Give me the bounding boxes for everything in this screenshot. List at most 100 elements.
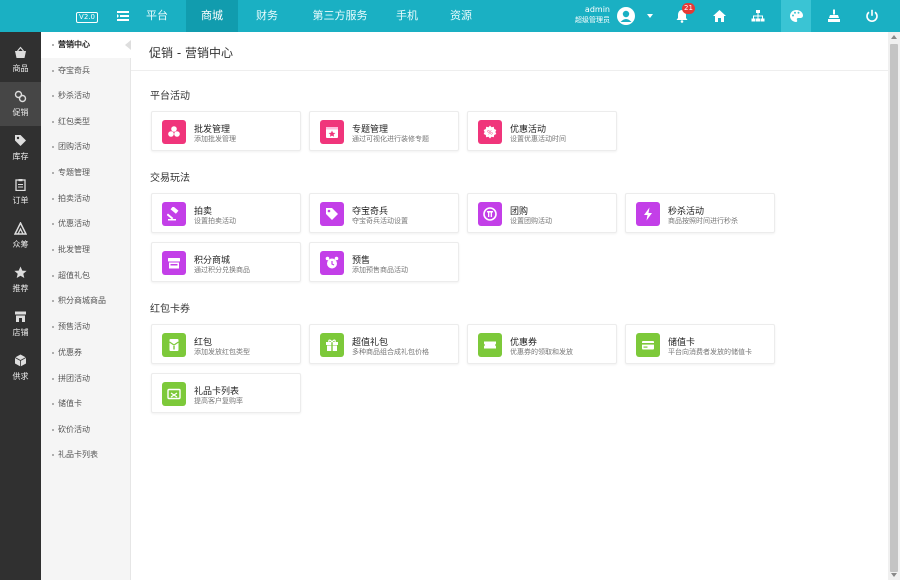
submenu-item-auction[interactable]: 拍卖活动	[41, 186, 131, 212]
card-desc: 平台向消费者发放的储值卡	[668, 348, 752, 356]
scroll-down-icon[interactable]	[891, 573, 897, 577]
submenu-item-points-goods[interactable]: 积分商城商品	[41, 288, 131, 314]
card-desc: 设置团购活动	[510, 217, 552, 225]
shop-icon	[162, 251, 186, 275]
scrollbar[interactable]	[888, 32, 900, 580]
card-desc: 通过可视化进行装修专题	[352, 135, 429, 143]
card-flash-sale[interactable]: 秒杀活动 商品按照时间进行秒杀	[625, 193, 775, 233]
card-desc: 设置优惠活动时间	[510, 135, 566, 143]
sidebar-item-label: 订单	[12, 196, 29, 205]
submenu-item-topics[interactable]: 专题管理	[41, 160, 131, 186]
submenu-item-group-buy[interactable]: 团购活动	[41, 134, 131, 160]
page-title: 促销 - 营销中心	[149, 46, 233, 60]
section-title: 平台活动	[150, 91, 190, 102]
section-title: 红包卡券	[150, 304, 190, 315]
tab-third-party[interactable]: 第三方服务	[300, 0, 380, 32]
sidebar-item-label: 店铺	[12, 328, 29, 337]
card-auction[interactable]: 拍卖 设置拍卖活动	[151, 193, 301, 233]
tag-icon	[15, 135, 26, 146]
sidebar-item-store[interactable]: 店铺	[0, 302, 41, 346]
card-desc: 夺宝奇兵活动设置	[352, 217, 408, 225]
version-badge: V2.0	[76, 12, 98, 23]
gavel-icon	[162, 202, 186, 226]
svg-text:%: %	[487, 130, 493, 137]
sidebar-item-crowdfunding[interactable]: 众筹	[0, 214, 41, 258]
sidebar-item-label: 供求	[12, 372, 29, 381]
sidebar-item-recommend[interactable]: 推荐	[0, 258, 41, 302]
group-icon	[478, 202, 502, 226]
submenu-item-marketing-center[interactable]: 营销中心	[41, 32, 131, 58]
submenu-item-wholesale[interactable]: 批发管理	[41, 237, 131, 263]
chevron-down-icon[interactable]	[646, 12, 654, 20]
sidebar-item-stock[interactable]: 库存	[0, 126, 41, 170]
submenu-item-team-buy[interactable]: 拼团活动	[41, 366, 131, 392]
notification-badge: 21	[682, 3, 695, 14]
card-gift-card-list[interactable]: 礼品卡列表 提高客户复购率	[151, 373, 301, 413]
card-coupon[interactable]: 优惠券 优惠券的领取和发放	[467, 324, 617, 364]
card-stored-card[interactable]: 储值卡 平台向消费者发放的储值卡	[625, 324, 775, 364]
card-desc: 提高客户复购率	[194, 397, 243, 405]
avatar-icon[interactable]	[617, 7, 635, 25]
card-treasure[interactable]: 夺宝奇兵 夺宝奇兵活动设置	[309, 193, 459, 233]
user-info[interactable]: admin 超级管理员	[560, 5, 610, 25]
scrollbar-thumb[interactable]	[890, 44, 898, 572]
divider	[131, 70, 888, 71]
sidebar-item-label: 库存	[12, 152, 29, 161]
sidebar-item-supply[interactable]: 供求	[0, 346, 41, 390]
store-icon	[15, 311, 26, 322]
tab-mall[interactable]: 商城	[186, 0, 238, 32]
sidebar-item-label: 促销	[12, 108, 29, 117]
broom-icon[interactable]	[819, 0, 849, 32]
sidebar-item-orders[interactable]: 订单	[0, 170, 41, 214]
submenu-item-flash-sale[interactable]: 秒杀活动	[41, 83, 131, 109]
card-icon	[636, 333, 660, 357]
card-desc: 通过积分兑换商品	[194, 266, 250, 274]
submenu-item-discount[interactable]: 优惠活动	[41, 211, 131, 237]
card-desc: 优惠券的领取和发放	[510, 348, 573, 356]
card-desc: 多种商品组合成礼包价格	[352, 348, 429, 356]
power-icon[interactable]	[857, 0, 887, 32]
card-value-pack[interactable]: 超值礼包 多种商品组合成礼包价格	[309, 324, 459, 364]
gear-badge-icon: %	[478, 120, 502, 144]
link-icon	[14, 90, 27, 103]
cube-icon	[14, 354, 27, 367]
card-discount[interactable]: % 优惠活动 设置优惠活动时间	[467, 111, 617, 151]
top-navbar: V2.0 平台 商城 财务 第三方服务 手机 资源 admin 超级管理员 21	[0, 0, 900, 32]
card-wholesale[interactable]: 批发管理 添加批发管理	[151, 111, 301, 151]
submenu-item-stored-card[interactable]: 储值卡	[41, 391, 131, 417]
submenu-item-value-pack[interactable]: 超值礼包	[41, 263, 131, 289]
submenu-item-presale[interactable]: 预售活动	[41, 314, 131, 340]
tab-mobile[interactable]: 手机	[386, 0, 428, 32]
card-group-buy[interactable]: 团购 设置团购活动	[467, 193, 617, 233]
sitemap-icon[interactable]	[743, 0, 773, 32]
submenu-item-coupon[interactable]: 优惠券	[41, 340, 131, 366]
sidebar-item-goods[interactable]: 商品	[0, 38, 41, 82]
home-icon[interactable]	[704, 0, 734, 32]
submenu-item-bargain[interactable]: 砍价活动	[41, 417, 131, 443]
giftcard-icon	[162, 382, 186, 406]
tab-finance[interactable]: 财务	[246, 0, 288, 32]
submenu-item-gift-card-list[interactable]: 礼品卡列表	[41, 442, 131, 468]
sidebar-item-label: 推荐	[12, 284, 29, 293]
menu-toggle-icon[interactable]	[117, 10, 129, 22]
triangle-icon	[14, 222, 27, 235]
card-red-packet[interactable]: 红包 添加发放红包类型	[151, 324, 301, 364]
tab-platform[interactable]: 平台	[136, 0, 178, 32]
sidebar: 商品 促销 库存 订单 众筹 推荐 店铺 供求	[0, 32, 41, 580]
clipboard-icon	[15, 179, 26, 191]
sidebar-item-promotion[interactable]: 促销	[0, 82, 41, 126]
card-presale[interactable]: 预售 添加预售商品活动	[309, 242, 459, 282]
user-role: 超级管理员	[575, 16, 610, 24]
submenu-item-treasure[interactable]: 夺宝奇兵	[41, 58, 131, 84]
tag-icon	[320, 202, 344, 226]
alarm-icon	[320, 251, 344, 275]
card-topics[interactable]: 专题管理 通过可视化进行装修专题	[309, 111, 459, 151]
main-content: 促销 - 营销中心 平台活动 批发管理 添加批发管理 专题管理 通过可视化进行装…	[131, 32, 888, 580]
submenu-item-red-packet-type[interactable]: 红包类型	[41, 109, 131, 135]
card-points-mall[interactable]: 积分商城 通过积分兑换商品	[151, 242, 301, 282]
user-name: admin	[584, 5, 610, 14]
scroll-up-icon[interactable]	[891, 35, 897, 39]
submenu: 营销中心 夺宝奇兵 秒杀活动 红包类型 团购活动 专题管理 拍卖活动 优惠活动 …	[41, 32, 131, 580]
tab-resources[interactable]: 资源	[440, 0, 482, 32]
palette-icon[interactable]	[781, 0, 811, 32]
